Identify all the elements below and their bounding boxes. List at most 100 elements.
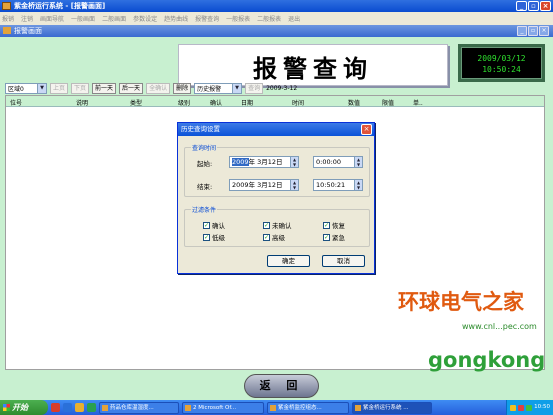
area-select[interactable]: 区域0 ▼: [5, 82, 47, 94]
menu-item[interactable]: 二般画面: [102, 14, 126, 23]
menu-item[interactable]: 趋势曲线: [164, 14, 188, 23]
page-up-button[interactable]: 上页: [50, 82, 69, 94]
table-header: 位号 说明 类型 级别 确认 日期 时间 数值 限值 单..: [6, 96, 544, 107]
system-tray: 10:50: [506, 400, 553, 415]
dialog-title-bar: 历史查询设置 ×: [178, 123, 374, 136]
digital-clock: 2009/03/12 10:50:24: [458, 44, 545, 82]
windows-logo-icon: [3, 404, 10, 411]
taskbar-item[interactable]: 药品仓库温湿度...: [99, 401, 179, 414]
current-date-label: 2009-3-12: [266, 84, 298, 92]
tray-icon[interactable]: [510, 404, 517, 411]
inner-restore-button[interactable]: ▫: [528, 26, 538, 36]
spinner-icon[interactable]: ▲ ▼: [290, 180, 298, 190]
menu-item[interactable]: 注销: [21, 14, 33, 23]
page-down-button[interactable]: 下页: [71, 82, 90, 94]
taskbar-item[interactable]: 2 Microsoft Of...: [182, 401, 264, 414]
end-label: 结束:: [197, 183, 213, 191]
column-header[interactable]: 级别: [178, 98, 190, 107]
tray-icon[interactable]: [526, 404, 533, 411]
mode-select[interactable]: 历史报警 ▼: [194, 82, 243, 94]
dialog-close-button[interactable]: ×: [361, 124, 372, 135]
taskbar-item-label: 2 Microsoft Of...: [193, 404, 237, 411]
taskbar-item[interactable]: 紫金桥监控组态...: [267, 401, 349, 414]
menu-item[interactable]: 画面导航: [40, 14, 64, 23]
start-label: 开始: [12, 403, 28, 412]
app-icon: [185, 404, 191, 411]
spinner-icon[interactable]: ▲ ▼: [290, 157, 298, 167]
back-button[interactable]: 返 回: [244, 374, 319, 398]
next-day-button[interactable]: 后一天: [119, 82, 144, 94]
cancel-button[interactable]: 取消: [322, 255, 365, 267]
column-header[interactable]: 限值: [382, 98, 394, 107]
menu-item[interactable]: 报警查询: [195, 14, 219, 23]
confirm-all-button[interactable]: 全确认: [146, 82, 171, 94]
menu-item[interactable]: 一般报表: [226, 14, 250, 23]
column-header[interactable]: 时间: [292, 98, 304, 107]
prev-day-button[interactable]: 前一天: [92, 82, 117, 94]
close-button[interactable]: ×: [540, 1, 551, 11]
quicklaunch-icon[interactable]: [87, 403, 96, 412]
column-header[interactable]: 日期: [241, 98, 253, 107]
checkbox-high[interactable]: ✓ 高级: [263, 232, 285, 242]
start-date-picker[interactable]: 2009年 3月12日 ▲ ▼: [229, 156, 299, 168]
checkmark-icon: ✓: [323, 233, 330, 241]
checkbox-label: 高级: [272, 234, 285, 242]
chevron-down-icon: ▼: [232, 83, 242, 93]
start-label: 起始:: [197, 160, 213, 168]
column-header[interactable]: 说明: [76, 98, 88, 107]
inner-close-button[interactable]: ×: [539, 26, 549, 36]
chevron-down-icon: ▼: [37, 83, 46, 93]
column-header[interactable]: 位号: [10, 98, 22, 107]
column-header[interactable]: 单..: [413, 98, 423, 107]
taskbar-item-active[interactable]: 紫金桥运行系统 ...: [352, 401, 432, 414]
group-title: 查询时间: [191, 143, 218, 152]
menu-bar: 报销 注销 画面导航 一般画面 二般画面 参数设定 趋势曲线 报警查询 一般报表…: [0, 12, 553, 25]
clock-date: 2009/03/12: [477, 54, 526, 63]
quicklaunch-icon[interactable]: [75, 403, 84, 412]
quicklaunch-icon[interactable]: [63, 403, 72, 412]
checkbox-low[interactable]: ✓ 低级: [203, 232, 225, 242]
menu-item[interactable]: 二般报表: [257, 14, 281, 23]
tray-icon[interactable]: [518, 404, 525, 411]
column-header[interactable]: 类型: [130, 98, 142, 107]
spinner-icon[interactable]: ▲ ▼: [354, 157, 362, 167]
query-button[interactable]: 查询: [245, 82, 264, 94]
watermark-sub-text: gongkong: [428, 348, 546, 372]
window-title-bar: 紫金桥运行系统 - [报警画面] _ ▫ ×: [0, 0, 553, 12]
menu-item[interactable]: 一般画面: [71, 14, 95, 23]
mode-select-value: 历史报警: [197, 85, 222, 93]
inner-minimize-button[interactable]: _: [517, 26, 527, 36]
menu-item[interactable]: 参数设定: [133, 14, 157, 23]
end-date-picker[interactable]: 2009年 3月12日 ▲ ▼: [229, 179, 299, 191]
checkbox-urgent[interactable]: ✓ 紧急: [323, 232, 345, 242]
checkbox-unconfirmed[interactable]: ✓ 未确认: [263, 220, 292, 230]
menu-item[interactable]: 退出: [288, 14, 300, 23]
taskbar-item-label: 紫金桥运行系统 ...: [363, 404, 409, 411]
page-title: 报警查询: [253, 54, 373, 83]
checkbox-label: 确认: [212, 222, 225, 230]
spinner-icon[interactable]: ▲ ▼: [354, 180, 362, 190]
restore-button[interactable]: ▫: [528, 1, 539, 11]
inner-window-title-bar: 报警画面 _ ▫ ×: [0, 25, 553, 37]
watermark-main-text: 环球电气之家: [398, 290, 524, 314]
tray-clock: 10:50: [534, 404, 550, 410]
checkbox-recovered[interactable]: ✓ 恢复: [323, 220, 345, 230]
menu-item[interactable]: 报销: [2, 14, 14, 23]
checkbox-label: 低级: [212, 234, 225, 242]
checkmark-icon: ✓: [203, 233, 210, 241]
start-button[interactable]: 开始: [0, 400, 48, 415]
quicklaunch-icon[interactable]: [51, 403, 60, 412]
delete-button[interactable]: 删除: [173, 82, 192, 94]
window-title: 紫金桥运行系统 - [报警画面]: [14, 2, 106, 10]
minimize-button[interactable]: _: [516, 1, 527, 11]
column-header[interactable]: 确认: [210, 98, 222, 107]
app-icon: [270, 404, 276, 411]
end-date-value: 2009年 3月12日: [232, 181, 283, 189]
history-query-dialog: 历史查询设置 × 查询时间 起始: 2009年 3月12日 ▲ ▼ 0:00:00…: [177, 122, 375, 274]
start-date-rest: 年 3月12日: [248, 158, 283, 166]
checkbox-confirmed[interactable]: ✓ 确认: [203, 220, 225, 230]
ok-button[interactable]: 确定: [267, 255, 310, 267]
start-time-picker[interactable]: 0:00:00 ▲ ▼: [313, 156, 363, 168]
column-header[interactable]: 数值: [348, 98, 360, 107]
end-time-picker[interactable]: 10:50:21 ▲ ▼: [313, 179, 363, 191]
